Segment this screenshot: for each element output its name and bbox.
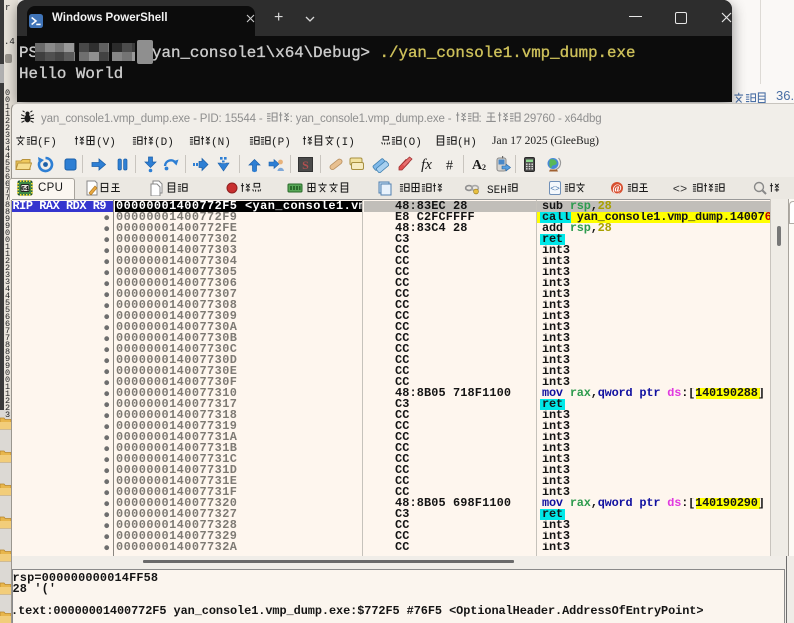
svg-text:<>: <>	[550, 185, 560, 194]
svg-text:#: #	[446, 159, 453, 174]
svg-text:64: 64	[21, 186, 29, 193]
svg-text:<>: <>	[673, 183, 687, 197]
svg-text:S: S	[302, 158, 309, 172]
svg-text:2: 2	[482, 163, 486, 172]
svg-text:fx: fx	[421, 157, 432, 173]
svg-text:@: @	[612, 184, 621, 195]
